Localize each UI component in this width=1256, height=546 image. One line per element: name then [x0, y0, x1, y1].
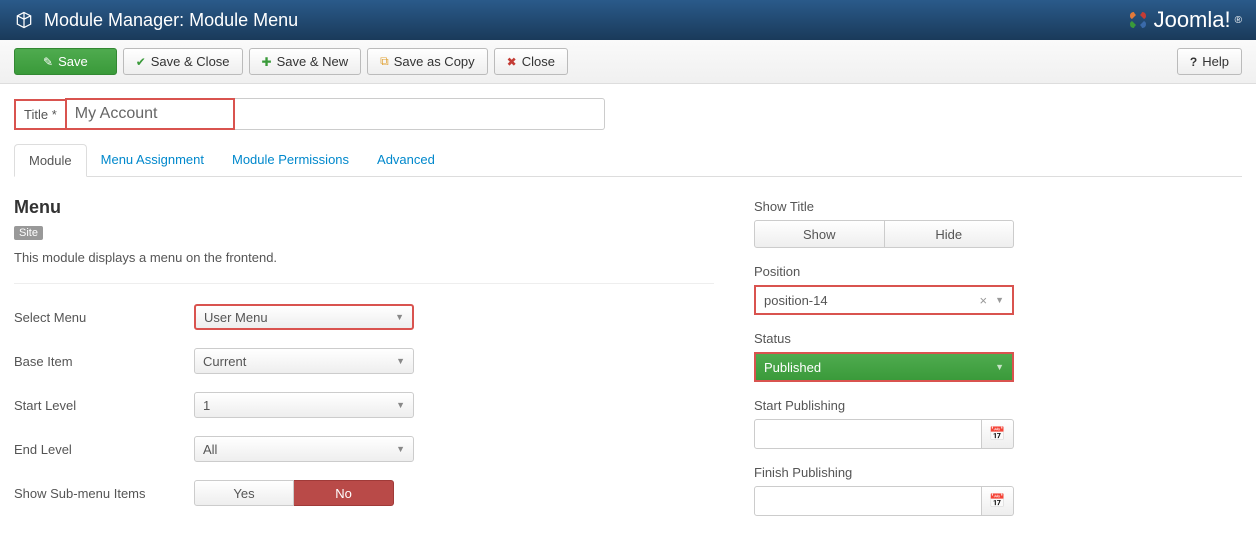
position-dropdown[interactable]: position-14 × ▼: [754, 285, 1014, 315]
tab-module[interactable]: Module: [14, 144, 87, 177]
show-submenu-no[interactable]: No: [294, 480, 394, 506]
label-show-submenu: Show Sub-menu Items: [14, 486, 194, 501]
save-copy-label: Save as Copy: [394, 54, 475, 69]
save-close-button[interactable]: ✔ Save & Close: [123, 48, 243, 75]
cancel-icon: ✖: [507, 55, 517, 69]
help-icon: ?: [1190, 55, 1197, 69]
joomla-icon: [1126, 8, 1150, 32]
show-title-toggle: Show Hide: [754, 220, 1014, 248]
start-publishing-input[interactable]: [754, 419, 982, 449]
row-base-item: Base Item Current ▼: [14, 348, 714, 374]
chevron-down-icon: ▼: [396, 444, 405, 454]
tab-menu-assignment[interactable]: Menu Assignment: [87, 144, 218, 176]
select-menu-dropdown[interactable]: User Menu ▼: [194, 304, 414, 330]
calendar-icon: 📅: [989, 426, 1005, 442]
show-submenu-toggle: Yes No: [194, 480, 394, 506]
block-show-title: Show Title Show Hide: [754, 199, 1014, 248]
block-finish-publishing: Finish Publishing 📅: [754, 465, 1014, 516]
clear-icon[interactable]: ×: [979, 293, 987, 308]
start-level-value: 1: [203, 398, 210, 413]
status-dropdown[interactable]: Published ▼: [754, 352, 1014, 382]
check-icon: ✔: [136, 55, 146, 69]
label-show-title: Show Title: [754, 199, 1014, 214]
chevron-down-icon: ▼: [396, 356, 405, 366]
label-status: Status: [754, 331, 1014, 346]
cube-icon: [14, 10, 34, 30]
status-value: Published: [764, 360, 821, 375]
label-start-level: Start Level: [14, 398, 194, 413]
chevron-down-icon: ▼: [395, 312, 404, 322]
show-submenu-yes[interactable]: Yes: [194, 480, 294, 506]
save-button[interactable]: ✎ Save: [14, 48, 117, 75]
base-item-value: Current: [203, 354, 246, 369]
tabs: Module Menu Assignment Module Permission…: [14, 144, 1242, 177]
title-row: Title * My Account: [14, 98, 1242, 130]
label-position: Position: [754, 264, 1014, 279]
block-start-publishing: Start Publishing 📅: [754, 398, 1014, 449]
show-title-hide[interactable]: Hide: [885, 220, 1015, 248]
page-title: Module Manager: Module Menu: [44, 10, 298, 31]
row-show-submenu: Show Sub-menu Items Yes No: [14, 480, 714, 506]
block-status: Status Published ▼: [754, 331, 1014, 382]
chevron-down-icon: ▼: [995, 295, 1004, 305]
start-publishing-group: 📅: [754, 419, 1014, 449]
base-item-dropdown[interactable]: Current ▼: [194, 348, 414, 374]
save-label: Save: [58, 54, 88, 69]
tab-advanced[interactable]: Advanced: [363, 144, 449, 176]
label-select-menu: Select Menu: [14, 310, 194, 325]
start-level-dropdown[interactable]: 1 ▼: [194, 392, 414, 418]
finish-publishing-group: 📅: [754, 486, 1014, 516]
block-position: Position position-14 × ▼: [754, 264, 1014, 315]
start-publishing-calendar-button[interactable]: 📅: [982, 419, 1014, 449]
header-left: Module Manager: Module Menu: [14, 10, 298, 31]
copy-icon: ⧉: [380, 54, 389, 69]
row-select-menu: Select Menu User Menu ▼: [14, 304, 714, 330]
tab-module-permissions[interactable]: Module Permissions: [218, 144, 363, 176]
row-start-level: Start Level 1 ▼: [14, 392, 714, 418]
module-section-desc: This module displays a menu on the front…: [14, 250, 714, 284]
show-title-show[interactable]: Show: [754, 220, 885, 248]
toolbar: ✎ Save ✔ Save & Close ✚ Save & New ⧉ Sav…: [0, 40, 1256, 84]
toolbar-right: ? Help: [1177, 48, 1242, 75]
position-controls: × ▼: [979, 293, 1004, 308]
app-header: Module Manager: Module Menu Joomla! ®: [0, 0, 1256, 40]
module-section-title: Menu: [14, 197, 714, 218]
save-copy-button[interactable]: ⧉ Save as Copy: [367, 48, 488, 75]
select-menu-value: User Menu: [204, 310, 268, 325]
title-input[interactable]: [235, 98, 605, 130]
end-level-dropdown[interactable]: All ▼: [194, 436, 414, 462]
label-end-level: End Level: [14, 442, 194, 457]
plus-icon: ✚: [262, 55, 272, 69]
end-level-value: All: [203, 442, 217, 457]
help-button[interactable]: ? Help: [1177, 48, 1242, 75]
chevron-down-icon: ▼: [995, 362, 1004, 372]
brand-text: Joomla!: [1154, 7, 1231, 33]
row-end-level: End Level All ▼: [14, 436, 714, 462]
save-new-label: Save & New: [277, 54, 349, 69]
close-label: Close: [522, 54, 555, 69]
calendar-icon: 📅: [989, 493, 1005, 509]
main-left: Menu Site This module displays a menu on…: [14, 197, 714, 532]
finish-publishing-input[interactable]: [754, 486, 982, 516]
registered-mark: ®: [1235, 15, 1242, 26]
content-area: Title * My Account Module Menu Assignmen…: [0, 84, 1256, 546]
chevron-down-icon: ▼: [396, 400, 405, 410]
close-button[interactable]: ✖ Close: [494, 48, 568, 75]
apply-icon: ✎: [43, 55, 53, 69]
save-new-button[interactable]: ✚ Save & New: [249, 48, 362, 75]
label-base-item: Base Item: [14, 354, 194, 369]
title-label: Title *: [14, 99, 65, 130]
label-start-publishing: Start Publishing: [754, 398, 1014, 413]
save-close-label: Save & Close: [151, 54, 230, 69]
main-right: Show Title Show Hide Position position-1…: [754, 197, 1014, 532]
site-badge: Site: [14, 226, 43, 240]
finish-publishing-calendar-button[interactable]: 📅: [982, 486, 1014, 516]
joomla-logo: Joomla! ®: [1126, 7, 1242, 33]
title-input-highlighted[interactable]: My Account: [65, 98, 235, 130]
position-value: position-14: [764, 293, 828, 308]
help-label: Help: [1202, 54, 1229, 69]
main-layout: Menu Site This module displays a menu on…: [14, 197, 1242, 532]
label-finish-publishing: Finish Publishing: [754, 465, 1014, 480]
